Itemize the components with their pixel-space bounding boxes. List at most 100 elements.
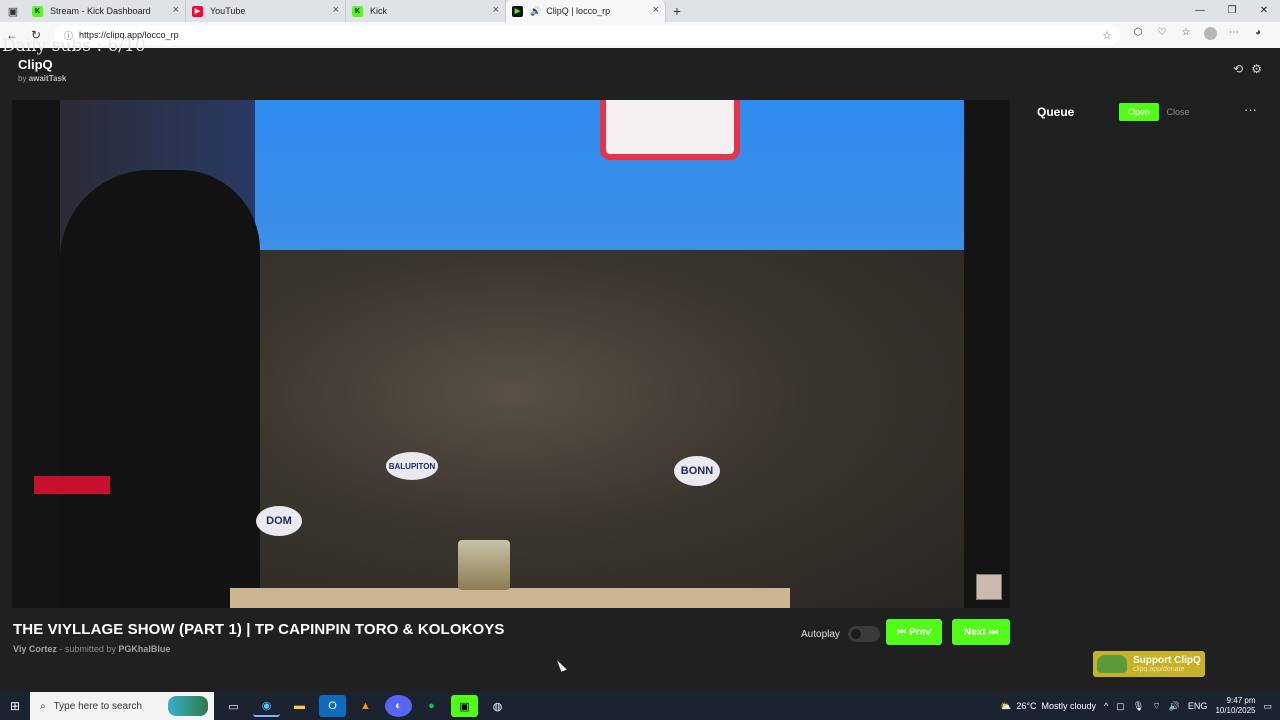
close-tab-icon[interactable]: × — [493, 4, 499, 16]
language-indicator[interactable]: ENG — [1188, 701, 1208, 711]
history-icon[interactable]: ⟲ — [1233, 62, 1243, 76]
browser-essentials-icon[interactable]: ♡ — [1152, 27, 1172, 43]
windows-start-icon[interactable]: ⊞ — [0, 699, 30, 713]
url-field[interactable]: ⓘ https://clipq.app/locco_rp ☆ — [54, 25, 1120, 45]
weather-widget[interactable]: ⛅ 26°C Mostly cloudy — [1000, 701, 1096, 712]
discord-icon[interactable]: ◐ — [385, 695, 412, 717]
support-url: clipq.app/donate — [1133, 666, 1185, 673]
microphone-icon[interactable]: 🎙 — [1133, 701, 1144, 712]
skip-next-icon: ⏭ — [988, 626, 998, 638]
cloudy-weather-icon: ⛅ — [1000, 700, 1012, 711]
outlook-icon[interactable]: O — [319, 695, 346, 717]
more-options-icon[interactable]: ⋯ — [1224, 27, 1244, 43]
close-tab-icon[interactable]: × — [173, 4, 179, 16]
notifications-icon[interactable]: ▭ — [1263, 701, 1272, 712]
weather-temp: 26°C — [1016, 701, 1037, 711]
video-show-logo — [600, 100, 740, 160]
prev-button[interactable]: ⏮ Prev — [886, 619, 942, 645]
settings-sliders-icon[interactable]: ⚙ — [1251, 62, 1262, 76]
browser-toolbar: ⬡ ♡ ☆ ⋯ ◕ — [1128, 27, 1268, 43]
task-view-icon[interactable]: ▭ — [220, 695, 247, 717]
tab-kick[interactable]: K Kick × — [346, 0, 506, 22]
clip-creator-avatar[interactable] — [976, 574, 1002, 600]
wifi-icon[interactable]: ⌔ — [1152, 701, 1160, 712]
app-orange-icon[interactable]: ▲ — [352, 695, 379, 717]
search-placeholder: Type here to search — [53, 700, 142, 712]
search-icon: ⌕ — [40, 700, 46, 712]
queue-title: Queue — [1037, 105, 1075, 119]
steam-icon[interactable]: ◍ — [484, 695, 511, 717]
clip-submitter[interactable]: PGKhalBlue — [118, 644, 170, 654]
author-name: awaitTask — [28, 74, 67, 83]
close-window-icon[interactable]: ✕ — [1248, 0, 1280, 22]
weather-text: Mostly cloudy — [1041, 701, 1097, 711]
video-desk — [230, 588, 790, 608]
taskbar-clock[interactable]: 9:47 pm 10/10/2025 — [1215, 696, 1255, 716]
video-cup — [458, 540, 510, 590]
queue-more-icon[interactable]: ··· — [1244, 102, 1257, 117]
video-red-graphic — [34, 476, 110, 494]
toggle-knob — [850, 629, 861, 639]
windows-taskbar: ⊞ ⌕ Type here to search ▭ ◉ ▬ O ▲ ◐ ● ▣ … — [0, 692, 1280, 720]
video-player[interactable]: DOM BALUPITON BONN — [12, 100, 1010, 608]
submitted-by-label: - submitted by — [59, 644, 116, 654]
tab-youtube[interactable]: ▶ YouTube × — [186, 0, 346, 22]
skip-previous-icon: ⏮ — [897, 626, 907, 638]
tab-label: Stream - Kick Dashboard — [50, 6, 151, 16]
profile-icon[interactable] — [1200, 27, 1220, 43]
shirt-badge: BONN — [674, 456, 720, 486]
support-clipq-button[interactable]: Support ClipQ clipq.app/donate — [1093, 651, 1205, 677]
taskbar-search[interactable]: ⌕ Type here to search — [30, 692, 214, 720]
tab-actions-icon[interactable]: ▣ — [0, 0, 26, 22]
mouse-cursor-icon — [557, 658, 567, 672]
tab-label: Kick — [370, 6, 388, 16]
kick-studio-icon[interactable]: ▣ — [451, 695, 478, 717]
video-host-silhouette — [60, 170, 260, 608]
close-tab-icon[interactable]: × — [653, 4, 659, 16]
tab-kick-dashboard[interactable]: K Stream - Kick Dashboard × — [26, 0, 186, 22]
clip-creator[interactable]: Viy Cortez — [13, 644, 57, 654]
minimize-icon[interactable]: — — [1184, 0, 1216, 22]
prev-label: Prev — [909, 626, 931, 638]
youtube-favicon-icon: ▶ — [192, 5, 203, 17]
speaker-icon[interactable]: 🔊 — [530, 6, 541, 17]
kick-favicon-icon: K — [32, 5, 43, 17]
file-explorer-icon[interactable]: ▬ — [286, 695, 313, 717]
video-frame[interactable]: DOM BALUPITON BONN — [60, 100, 964, 608]
clip-meta: Viy Cortez - submitted by PGKhalBlue — [13, 644, 170, 654]
support-label: Support ClipQ — [1133, 655, 1201, 666]
next-button[interactable]: Next ⏭ — [952, 619, 1010, 645]
edge-browser-icon[interactable]: ◉ — [253, 695, 280, 717]
spotify-icon[interactable]: ● — [418, 695, 445, 717]
system-tray: ⛅ 26°C Mostly cloudy ^ ▢ 🎙 ⌔ 🔊 ENG 9:47 … — [1000, 692, 1280, 720]
shirt-badge: BALUPITON — [386, 452, 438, 480]
app-title: ClipQ — [18, 57, 53, 72]
autoplay-label: Autoplay — [801, 628, 840, 640]
kick-favicon-icon: K — [352, 5, 363, 17]
show-hidden-icons-icon[interactable]: ^ — [1104, 701, 1108, 711]
tab-clipq[interactable]: ▶ 🔊 ClipQ | locco_rp × — [506, 0, 666, 22]
volume-icon[interactable]: 🔊 — [1169, 701, 1180, 712]
clip-title: THE VIYLLAGE SHOW (PART 1) | TP CAPINPIN… — [13, 621, 505, 638]
restore-icon[interactable]: ❐ — [1216, 0, 1248, 22]
favorites-icon[interactable]: ☆ — [1176, 27, 1196, 43]
clipq-favicon-icon: ▶ — [512, 5, 523, 17]
queue-open-button[interactable]: Open — [1119, 103, 1159, 121]
tab-label: ClipQ | locco_rp — [546, 6, 611, 16]
author-prefix: by — [18, 74, 27, 83]
taskbar-apps: ▭ ◉ ▬ O ▲ ◐ ● ▣ ◍ — [220, 695, 511, 717]
window-controls: — ❐ ✕ — [1184, 0, 1280, 22]
queue-close-button[interactable]: Close — [1163, 103, 1193, 121]
extensions-icon[interactable]: ⬡ — [1128, 27, 1148, 43]
top-right-icons: ⟲ ⚙ — [1233, 62, 1262, 76]
autoplay-toggle[interactable] — [847, 626, 880, 642]
network-icon[interactable]: ▢ — [1116, 701, 1125, 712]
shirt-badge: DOM — [256, 506, 302, 536]
app-author: by awaitTask — [18, 74, 66, 83]
new-tab-icon[interactable]: + — [666, 3, 688, 19]
favorite-star-icon[interactable]: ☆ — [1102, 29, 1112, 42]
copilot-icon[interactable]: ◕ — [1248, 27, 1268, 43]
support-text: Support ClipQ clipq.app/donate — [1133, 655, 1201, 673]
close-tab-icon[interactable]: × — [333, 4, 339, 16]
clock-date: 10/10/2025 — [1215, 706, 1256, 715]
